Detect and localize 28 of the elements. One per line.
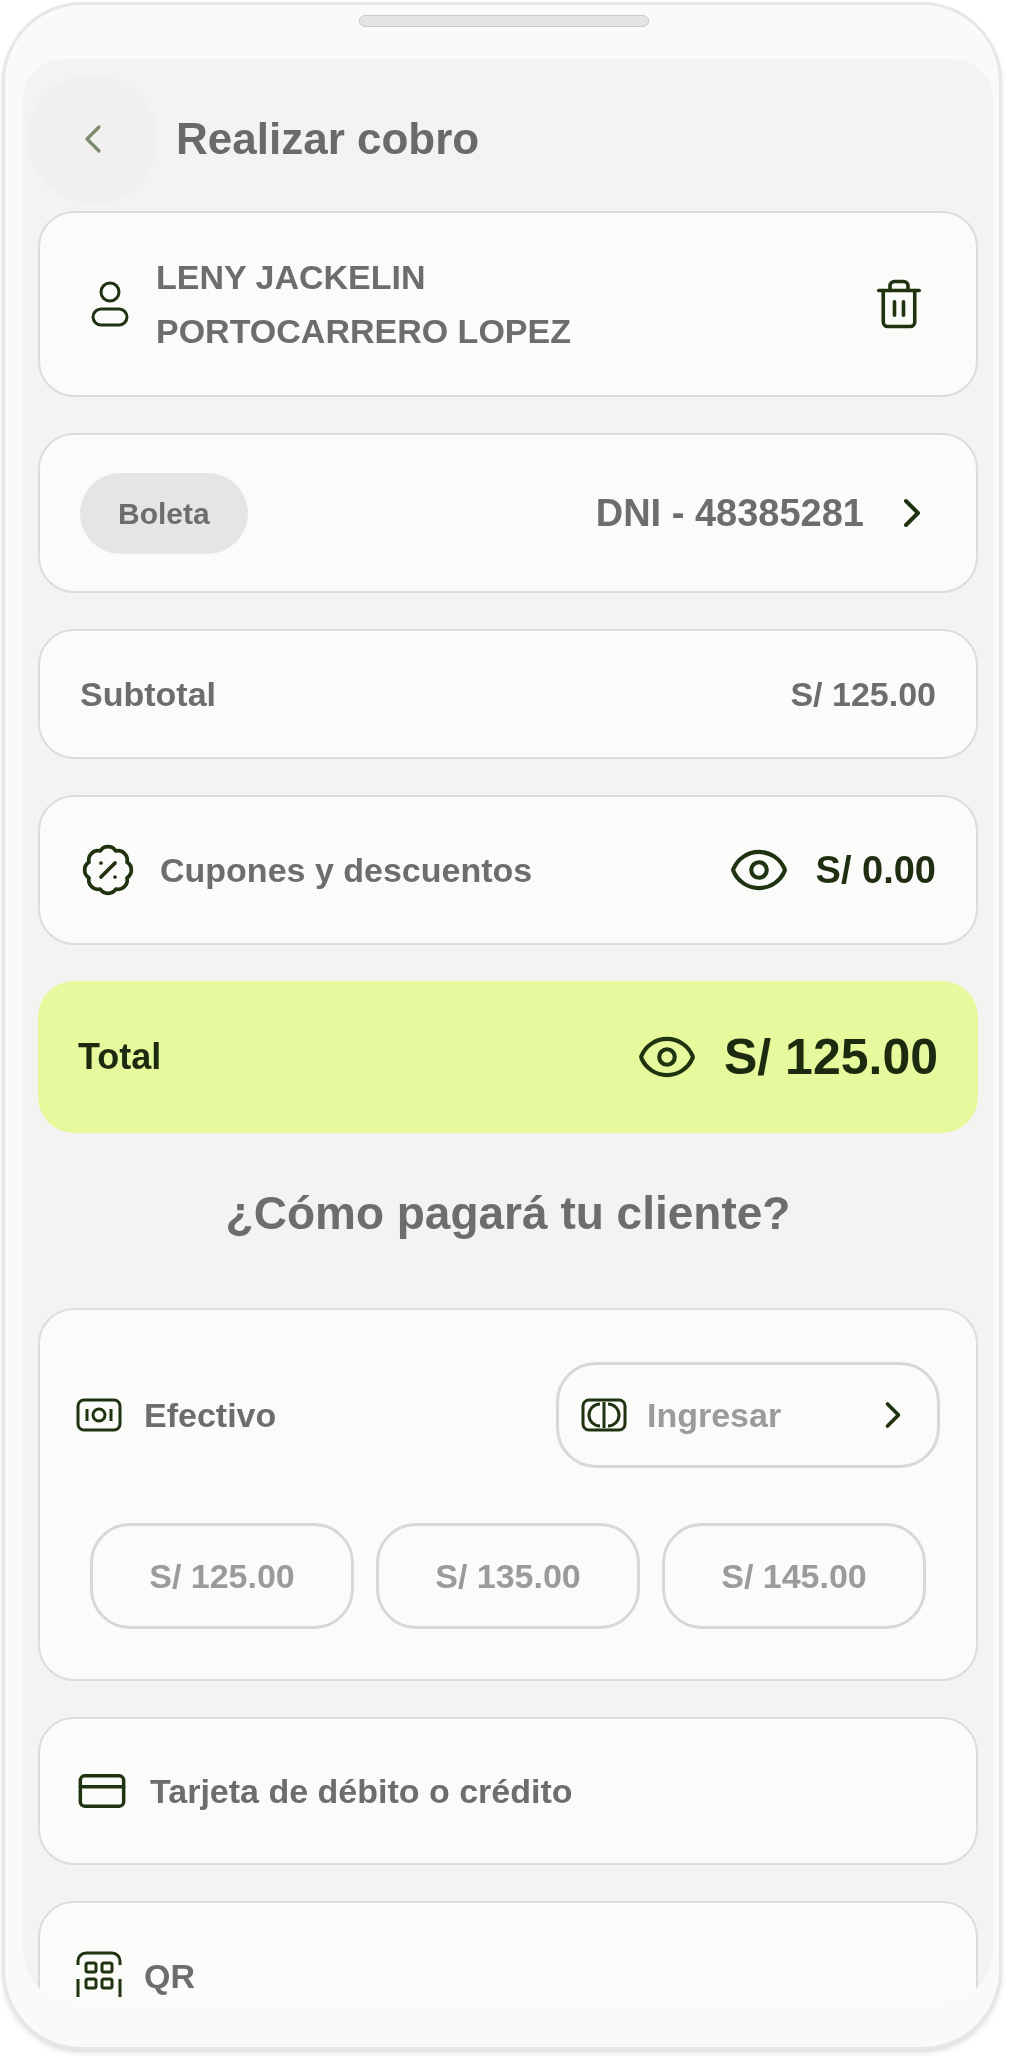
qr-scan-icon [76,1951,122,1999]
total-label: Total [78,1035,162,1079]
page-title: Realizar cobro [176,113,480,165]
payment-method-label: Efectivo [144,1394,277,1436]
banknote-icon [76,1398,122,1432]
document-type-chip: Boleta [80,472,248,554]
discounts-amount: S/ 0.00 [815,847,936,893]
discounts-label: Cupones y descuentos [160,849,533,891]
total-amount: S/ 125.00 [723,1027,938,1087]
user-icon [90,280,130,328]
quick-amount-button[interactable]: S/ 135.00 [376,1523,640,1629]
quick-amount-button[interactable]: S/ 125.00 [90,1523,354,1629]
payment-method-card[interactable]: Efectivo Ingresar S/ 125.00 S/ 135.00 S/ 145.00 [38,1308,978,1681]
payment-method-label: Tarjeta de débito o crédito [150,1770,573,1812]
customer-name: LENY JACKELIN PORTOCARRERO LOPEZ [156,257,571,352]
enter-amount-button[interactable]: Ingresar [556,1362,940,1468]
quick-amount-button[interactable]: S/ 145.00 [662,1523,926,1629]
payment-method-label: QR [144,1956,195,1997]
payment-method-card[interactable]: QR [38,1901,978,2001]
banknote-icon [581,1398,627,1432]
document-card[interactable]: Boleta DNI - 48385281 [38,433,978,593]
discounts-card[interactable]: Cupones y descuentos S/ 0.00 [38,795,978,945]
payment-method-card[interactable]: Tarjeta de débito o crédito [38,1717,978,1865]
subtotal-amount: S/ 125.00 [790,673,936,715]
document-id: DNI - 48385281 [595,490,864,536]
discount-badge-icon [80,842,136,898]
subtotal-label: Subtotal [80,673,216,715]
payment-question: ¿Cómo pagará tu cliente? [224,1186,792,1241]
